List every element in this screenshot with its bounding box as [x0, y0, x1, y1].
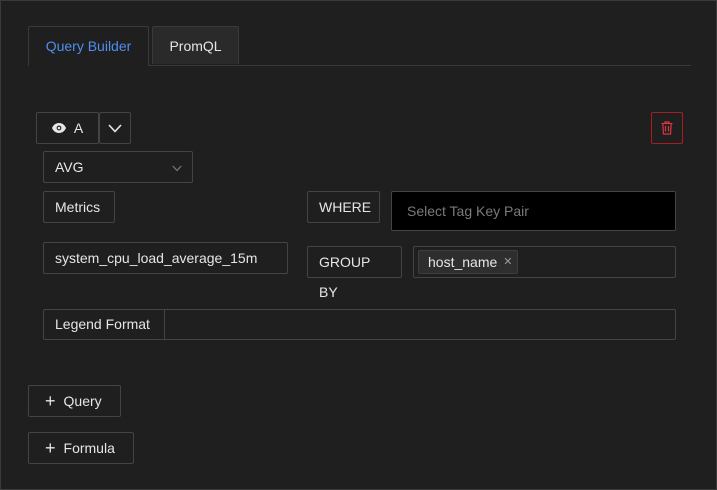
eye-icon [51, 123, 66, 133]
legend-format-label: Legend Format [43, 309, 165, 340]
plus-icon: + [45, 438, 56, 458]
group-by-label: GROUP BY [307, 246, 402, 300]
chevron-down-icon [108, 123, 122, 133]
delete-query-button[interactable] [651, 112, 683, 144]
add-formula-button[interactable]: + Formula [28, 432, 134, 464]
close-icon[interactable]: ✕ [503, 251, 512, 273]
add-query-label: Query [63, 393, 102, 409]
add-query-button[interactable]: + Query [28, 385, 121, 417]
collapse-query-button[interactable] [99, 112, 131, 144]
legend-format-input[interactable] [164, 309, 676, 340]
metrics-label: Metrics [43, 191, 115, 223]
toggle-query-visibility-button[interactable]: A [36, 112, 99, 144]
group-by-select[interactable]: host_name ✕ [413, 246, 676, 278]
where-placeholder: Select Tag Key Pair [407, 203, 529, 219]
where-label: WHERE [307, 191, 380, 223]
metric-name-value: system_cpu_load_average_15m [55, 250, 258, 266]
tab-query-builder[interactable]: Query Builder [28, 26, 149, 66]
chevron-down-icon [172, 152, 182, 182]
metric-name-input[interactable]: system_cpu_load_average_15m [43, 242, 288, 274]
where-tag-input[interactable]: Select Tag Key Pair [391, 191, 676, 231]
aggregation-value: AVG [55, 159, 84, 175]
group-by-tag-label: host_name [428, 254, 498, 270]
add-formula-label: Formula [63, 440, 115, 456]
query-tabs: Query Builder PromQL [28, 26, 691, 66]
group-by-tag: host_name ✕ [418, 250, 518, 274]
aggregation-select[interactable]: AVG [43, 151, 193, 183]
query-name: A [73, 120, 84, 136]
query-builder-panel: Query Builder PromQL A AVG Metrics WHERE… [0, 0, 717, 490]
trash-icon [661, 121, 673, 135]
plus-icon: + [45, 391, 56, 411]
tab-promql[interactable]: PromQL [152, 26, 239, 64]
